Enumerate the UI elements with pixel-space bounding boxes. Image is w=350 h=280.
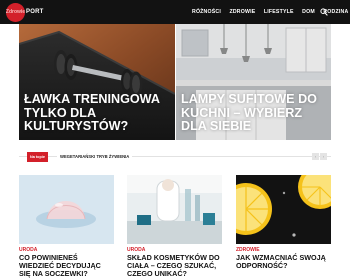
section-tag: Na topie	[27, 152, 48, 162]
card-title[interactable]: Jak wzmacniać swoją odporność?	[236, 254, 331, 270]
hero-article-bench[interactable]: Ławka treningowa tylko dla kulturystów?	[19, 24, 175, 140]
search-icon[interactable]	[320, 8, 328, 16]
menu-item-zdrowie[interactable]: Zdrowie	[229, 9, 255, 15]
hero-article-lamps[interactable]: Lampy sufitowe do kuchni – wybierz dla s…	[176, 24, 331, 140]
contact-lens-image	[19, 175, 114, 244]
top-nav: Zdrowie PORT Różności Zdrowie Lifestyle …	[0, 0, 350, 24]
prev-button[interactable]: ‹	[312, 153, 319, 160]
lemon-slices-image	[236, 175, 331, 244]
section-pager: ‹ ›	[311, 153, 327, 160]
logo-badge: Zdrowie	[5, 2, 26, 22]
card-image-lab[interactable]	[127, 175, 222, 244]
article-card[interactable]: Uroda Skład kosmetyków do ciała – czego …	[127, 175, 222, 278]
card-title[interactable]: Skład kosmetyków do ciała – czego szukać…	[127, 254, 222, 278]
hero-title-bench[interactable]: Ławka treningowa tylko dla kulturystów?	[24, 92, 169, 134]
section-title[interactable]: Wegetariański tryb żywienia	[57, 152, 133, 162]
laboratory-image	[127, 175, 222, 244]
card-image-lemons[interactable]	[236, 175, 331, 244]
next-button[interactable]: ›	[320, 153, 327, 160]
card-title[interactable]: Co powinieneś wiedzieć decydując się na …	[19, 254, 114, 278]
logo-badge-text: Zdrowie	[5, 9, 26, 15]
menu-item-roznosci[interactable]: Różności	[192, 9, 221, 15]
logo-text: PORT	[26, 9, 44, 15]
article-card[interactable]: Uroda Co powinieneś wiedzieć decydując s…	[19, 175, 114, 278]
site-logo[interactable]: Zdrowie PORT	[6, 2, 43, 22]
card-image-lens[interactable]	[19, 175, 114, 244]
article-card[interactable]: Zdrowie Jak wzmacniać swoją odporność?	[236, 175, 331, 270]
section-header: Na topie Wegetariański tryb żywienia ‹ ›	[19, 151, 331, 163]
hero-title-lamps[interactable]: Lampy sufitowe do kuchni – wybierz dla s…	[181, 92, 325, 134]
menu-item-lifestyle[interactable]: Lifestyle	[264, 9, 294, 15]
menu-item-dom[interactable]: Dom	[302, 9, 315, 15]
